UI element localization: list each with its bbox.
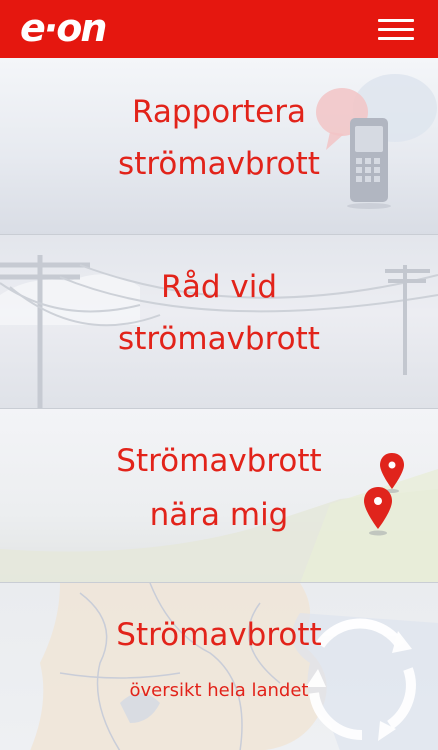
menu-bar-middle (378, 28, 414, 31)
outage-near-me-line2: nära mig (149, 497, 289, 533)
top-header: e·on (0, 0, 438, 58)
outage-overview-line1: Strömavbrott (116, 617, 322, 653)
outage-near-me-line1: Strömavbrott (116, 443, 322, 479)
report-outage-tile[interactable]: Rapportera strömavbrott (0, 58, 438, 234)
outage-near-me-tile[interactable]: Strömavbrott nära mig (0, 408, 438, 583)
app-screen: e·on Rapportera strömavbrott Råd vid str… (0, 0, 438, 750)
menu-bar-bottom (378, 37, 414, 40)
outage-advice-line2: strömavbrott (118, 321, 320, 357)
report-outage-line2: strömavbrott (118, 146, 320, 182)
hamburger-menu-icon[interactable] (378, 17, 414, 41)
eon-logo[interactable]: e·on (20, 6, 107, 50)
outage-overview-tile[interactable]: Strömavbrott översikt hela landet (0, 582, 438, 750)
report-outage-line1: Rapportera (132, 94, 306, 130)
outage-advice-tile[interactable]: Råd vid strömavbrott (0, 234, 438, 409)
outage-advice-line1: Råd vid (160, 269, 278, 305)
menu-bar-top (378, 19, 414, 22)
outage-overview-line2: översikt hela landet (129, 680, 309, 701)
